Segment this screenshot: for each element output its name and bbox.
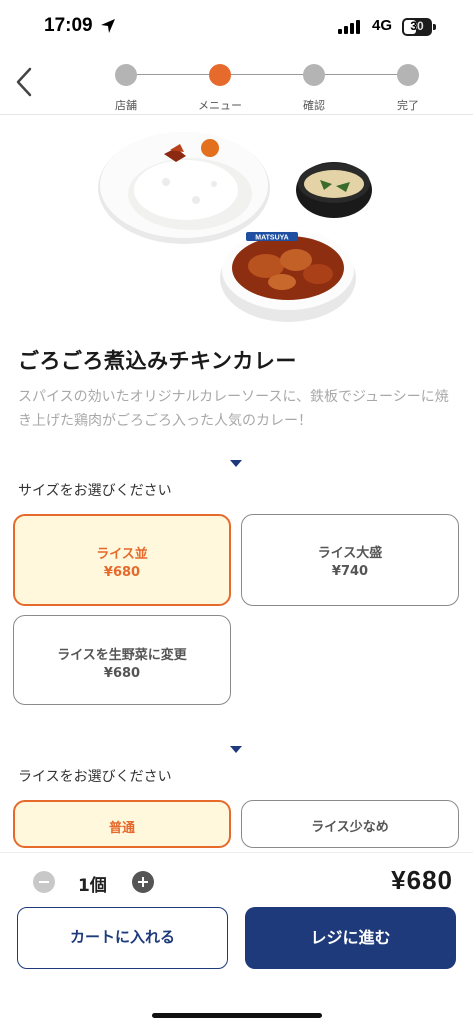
option-name: ライス並: [96, 547, 148, 562]
step-dot-complete: [397, 64, 419, 86]
quantity-value: 1個: [78, 876, 107, 896]
step-label-menu: メニュー: [198, 99, 242, 112]
step-connector: [231, 74, 303, 75]
product-description: スパイスの効いたオリジナルカレーソースに、鉄板でジューシーに焼き上げた鶏肉がごろ…: [18, 389, 449, 429]
option-name: 普通: [108, 821, 135, 836]
option-name: ライス大盛: [317, 546, 383, 561]
step-dot-confirm: [303, 64, 325, 86]
quantity-plus-button[interactable]: [132, 871, 154, 893]
step-connector: [325, 74, 397, 75]
network-type: 4G: [372, 17, 393, 34]
caret-down-icon: [230, 746, 242, 753]
rice-option-less[interactable]: ライス少なめ: [241, 800, 459, 848]
rice-section-label: ライスをお選びください: [18, 769, 172, 785]
step-dot-store: [115, 64, 137, 86]
total-price: ¥680: [391, 865, 453, 895]
back-chevron-icon[interactable]: [10, 64, 40, 100]
caret-down-icon: [230, 460, 242, 467]
product-image: MATSUYA: [98, 132, 372, 322]
option-name: ライス少なめ: [311, 820, 389, 835]
order-bottom-bar: 1個 ¥680 カートに入れる レジに進む: [0, 852, 473, 1025]
step-connector: [137, 74, 209, 75]
home-indicator: [152, 1013, 322, 1018]
option-name: ライスを生野菜に変更: [57, 648, 187, 663]
checkout-button[interactable]: レジに進む: [245, 907, 456, 969]
option-price: ¥680: [103, 565, 141, 580]
add-to-cart-button[interactable]: カートに入れる: [17, 907, 228, 969]
product-title: ごろごろ煮込みチキンカレー: [18, 349, 297, 373]
status-bar: 17:09 4G 30: [0, 0, 473, 56]
size-option-regular[interactable]: ライス並 ¥680: [13, 514, 231, 606]
signal-icon: [338, 20, 360, 34]
option-price: ¥680: [103, 666, 141, 681]
location-arrow-icon: [101, 19, 115, 33]
step-label-complete: 完了: [397, 99, 419, 112]
status-time: 17:09: [44, 15, 93, 36]
option-price: ¥740: [331, 564, 369, 579]
svg-text:MATSUYA: MATSUYA: [255, 235, 288, 242]
battery-icon: 30: [402, 18, 436, 36]
step-label-store: 店舗: [115, 99, 137, 112]
rice-option-normal[interactable]: 普通: [13, 800, 231, 848]
size-option-vegetables[interactable]: ライスを生野菜に変更 ¥680: [13, 615, 231, 705]
size-section-label: サイズをお選びください: [18, 483, 172, 499]
order-stepper-header: 店舗 メニュー 確認 完了: [0, 56, 473, 115]
step-label-confirm: 確認: [303, 99, 325, 112]
quantity-minus-button[interactable]: [33, 871, 55, 893]
battery-level: 30: [410, 19, 424, 33]
step-dot-menu: [209, 64, 231, 86]
size-option-large[interactable]: ライス大盛 ¥740: [241, 514, 459, 606]
